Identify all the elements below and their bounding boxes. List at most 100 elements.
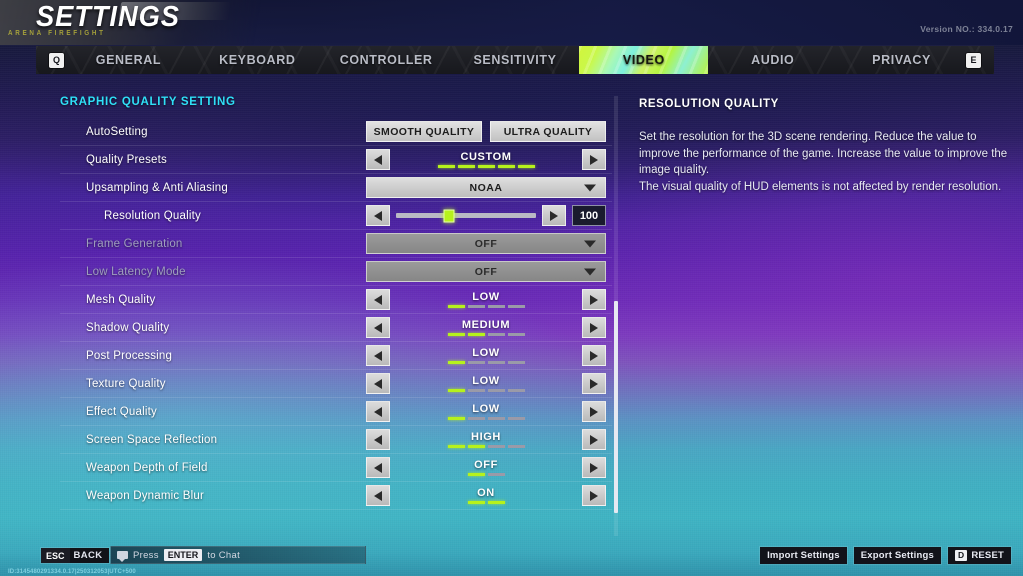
autosetting-button-group: SMOOTH QUALITY ULTRA QUALITY (366, 121, 606, 142)
export-settings-button[interactable]: Export Settings (853, 547, 941, 564)
stepper-prev-arrow-icon[interactable] (366, 429, 390, 450)
setting-control: LOW (366, 401, 606, 423)
stepper-prev-arrow-icon[interactable] (366, 401, 390, 422)
setting-control: LOW (366, 373, 606, 395)
tab-audio[interactable]: AUDIO (708, 46, 837, 74)
setting-control: OFF (366, 457, 606, 479)
tab-next-key-icon[interactable]: E (966, 52, 981, 68)
stepper-prev-arrow-icon[interactable] (366, 373, 390, 394)
tab-prev-key-icon[interactable]: Q (49, 52, 64, 68)
stepper-segment (457, 165, 475, 168)
tab-label: VIDEO (622, 53, 665, 67)
stepper-next-arrow-icon[interactable] (582, 373, 606, 394)
stepper-next-arrow-icon[interactable] (582, 401, 606, 422)
stepper-next-arrow-icon[interactable] (582, 345, 606, 366)
chevron-down-icon (584, 184, 596, 191)
slider-track[interactable] (396, 205, 536, 226)
setting-row: Effect Quality LOW (60, 398, 612, 426)
stepper-segment (467, 305, 485, 308)
footer-actions: Import Settings Export Settings D RESET (760, 547, 1011, 564)
settings-rows: AutoSetting SMOOTH QUALITY ULTRA QUALITY Qu… (60, 118, 612, 510)
stepper-value-wrap: LOW (390, 401, 582, 423)
setting-control: LOW (366, 345, 606, 367)
settings-scrollbar[interactable] (614, 96, 618, 536)
setting-control: NOAA (366, 177, 606, 199)
stepper-prev-arrow-icon[interactable] (366, 457, 390, 478)
setting-label: Resolution Quality (104, 209, 201, 222)
stepper-segment (507, 361, 525, 364)
stepper-value: LOW (472, 375, 500, 387)
build-id-label: ID:3145480291334.0.17|250312053|UTC+500 (8, 569, 136, 575)
tab-video[interactable]: VIDEO (579, 46, 709, 74)
stepper-prev-arrow-icon[interactable] (366, 289, 390, 310)
stepper-next-arrow-icon[interactable] (582, 317, 606, 338)
stepper-segment-bar (447, 333, 525, 336)
footer-bar: ESC BACK Press ENTER to Chat ID:31454802… (0, 542, 1023, 576)
stepper-value-wrap: MEDIUM (390, 317, 582, 339)
dropdown-value: NOAA (469, 181, 503, 194)
tab-controller[interactable]: CONTROLLER (322, 46, 451, 74)
stepper-segment (437, 165, 455, 168)
stepper-segment (487, 305, 505, 308)
version-label: Version NO.: 334.0.17 (920, 24, 1013, 34)
slider-value-field[interactable]: 100 (572, 205, 606, 226)
stepper-value: CUSTOM (460, 151, 512, 163)
description-paragraph: The visual quality of HUD elements is no… (639, 180, 1002, 193)
tab-sensitivity[interactable]: SENSITIVITY (451, 46, 580, 74)
dropdown-value: OFF (474, 265, 498, 278)
chat-bar[interactable]: Press ENTER to Chat (110, 546, 366, 564)
stepper-segment (447, 389, 465, 392)
tab-bar: Q GENERAL KEYBOARD CONTROLLER SENSITIVITY VI… (36, 46, 994, 74)
stepper-segment (487, 473, 505, 476)
setting-control: LOW (366, 289, 606, 311)
quality-preset-button[interactable]: ULTRA QUALITY (490, 121, 606, 142)
stepper-next-arrow-icon[interactable] (582, 457, 606, 478)
setting-label: Weapon Depth of Field (86, 461, 208, 474)
back-button[interactable]: ESC BACK (41, 548, 109, 563)
setting-row: Weapon Depth of Field OFF (60, 454, 612, 482)
stepper-segment (487, 333, 505, 336)
import-settings-label: Import Settings (767, 550, 840, 561)
setting-row: Shadow Quality MEDIUM (60, 314, 612, 342)
scrollbar-thumb[interactable] (614, 301, 618, 513)
description-paragraph: Set the resolution for the 3D scene rend… (639, 131, 1008, 176)
reset-label: RESET (971, 550, 1004, 561)
tab-keyboard[interactable]: KEYBOARD (193, 46, 322, 74)
stepper-next-arrow-icon[interactable] (582, 149, 606, 170)
section-title: GRAPHIC QUALITY SETTING (60, 96, 236, 108)
setting-label: Low Latency Mode (86, 265, 186, 278)
reset-button[interactable]: D RESET (947, 547, 1011, 564)
stepper-prev-arrow-icon[interactable] (366, 149, 390, 170)
setting-label: Shadow Quality (86, 321, 170, 334)
quality-preset-button[interactable]: SMOOTH QUALITY (366, 121, 482, 142)
dropdown-select[interactable]: NOAA (366, 177, 606, 198)
stepper-value: LOW (472, 347, 500, 359)
tab-privacy[interactable]: PRIVACY (837, 46, 966, 74)
stepper-value: LOW (472, 403, 500, 415)
setting-label: Upsampling & Anti Aliasing (86, 181, 228, 194)
tab-label: PRIVACY (872, 53, 931, 67)
tab-general[interactable]: GENERAL (64, 46, 193, 74)
stepper-value: OFF (474, 459, 498, 471)
setting-row: Post Processing LOW (60, 342, 612, 370)
tab-label: CONTROLLER (339, 53, 433, 67)
setting-control: HIGH (366, 429, 606, 451)
description-body: Set the resolution for the 3D scene rend… (639, 129, 1011, 195)
stepper-segment (477, 165, 495, 168)
stepper-next-arrow-icon[interactable] (582, 485, 606, 506)
stepper-segment (507, 305, 525, 308)
setting-row: Weapon Dynamic Blur ON (60, 482, 612, 510)
import-settings-button[interactable]: Import Settings (760, 547, 847, 564)
slider-increase-arrow-icon[interactable] (542, 205, 566, 226)
chat-prefix: Press (133, 549, 159, 561)
slider-decrease-arrow-icon[interactable] (366, 205, 390, 226)
stepper-prev-arrow-icon[interactable] (366, 485, 390, 506)
slider-rail (396, 213, 536, 218)
stepper-next-arrow-icon[interactable] (582, 429, 606, 450)
chevron-down-icon (584, 240, 596, 247)
setting-control: OFF (366, 261, 606, 283)
slider-thumb[interactable] (443, 209, 455, 222)
stepper-next-arrow-icon[interactable] (582, 289, 606, 310)
stepper-prev-arrow-icon[interactable] (366, 317, 390, 338)
stepper-prev-arrow-icon[interactable] (366, 345, 390, 366)
